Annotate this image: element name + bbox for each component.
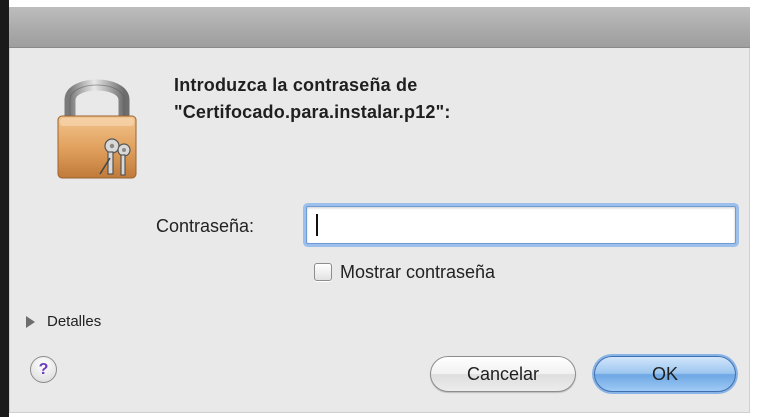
window-left-edge bbox=[0, 0, 9, 417]
disclosure-triangle-icon[interactable] bbox=[26, 315, 35, 328]
help-button[interactable]: ? bbox=[30, 356, 57, 383]
help-icon: ? bbox=[38, 360, 49, 378]
ok-button[interactable]: OK bbox=[594, 356, 736, 392]
show-password-checkbox[interactable] bbox=[314, 263, 332, 281]
details-disclosure[interactable]: Detalles bbox=[26, 313, 101, 330]
screenshot-frame: Introduzca la contraseña de "Certifocado… bbox=[0, 0, 757, 417]
dialog-message: Introduzca la contraseña de "Certifocado… bbox=[174, 72, 694, 126]
password-input[interactable] bbox=[306, 206, 736, 244]
dialog-titlebar[interactable] bbox=[9, 7, 750, 48]
details-label[interactable]: Detalles bbox=[47, 313, 101, 330]
show-password-row[interactable]: Mostrar contraseña bbox=[314, 260, 495, 284]
cancel-button[interactable]: Cancelar bbox=[430, 356, 576, 392]
message-line-1: Introduzca la contraseña de bbox=[174, 75, 418, 95]
show-password-label[interactable]: Mostrar contraseña bbox=[340, 262, 495, 283]
password-label: Contraseña: bbox=[156, 216, 255, 236]
text-caret bbox=[316, 214, 318, 236]
message-line-2: "Certifocado.para.instalar.p12": bbox=[174, 102, 451, 122]
keychain-lock-icon bbox=[52, 70, 142, 182]
